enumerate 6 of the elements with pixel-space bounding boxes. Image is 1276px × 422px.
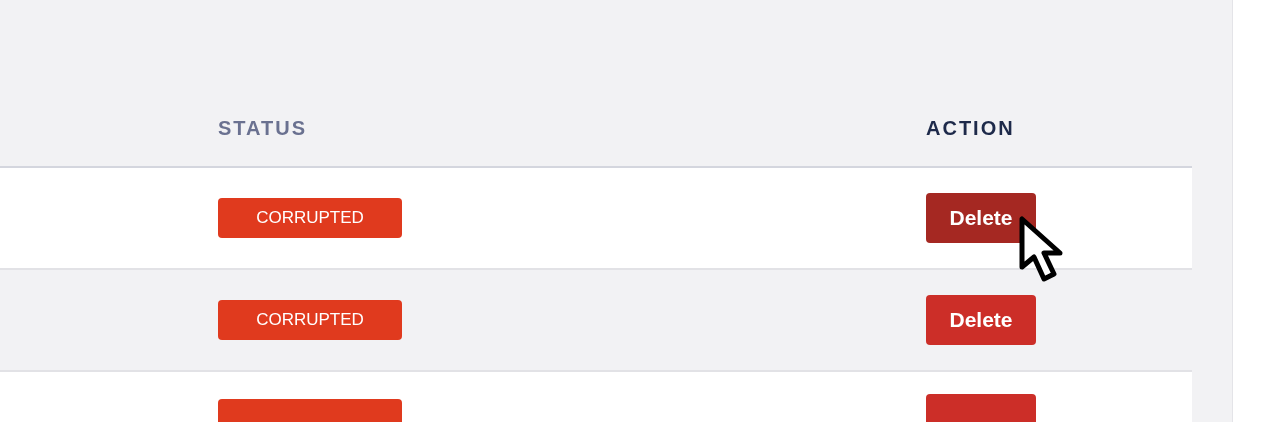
column-header: STATUS xyxy=(218,116,309,141)
delete-button[interactable]: Delete xyxy=(926,295,1036,345)
status-badge: CORRUPTED xyxy=(218,198,402,238)
column-header: ACTION xyxy=(926,116,1015,141)
status-badge: CORRUPTED xyxy=(218,300,402,340)
delete-button[interactable]: Delete xyxy=(926,193,1036,243)
